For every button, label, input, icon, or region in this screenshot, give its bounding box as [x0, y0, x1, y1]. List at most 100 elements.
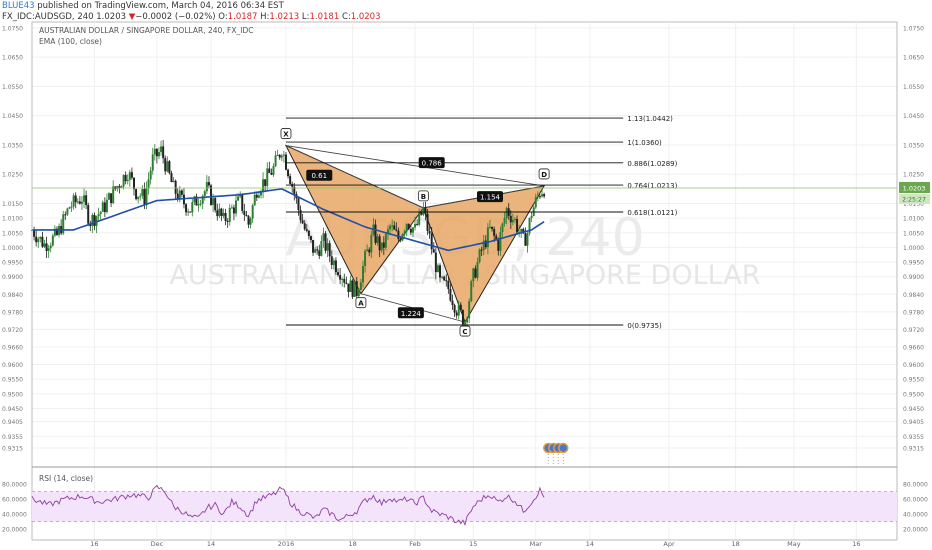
- candle-body: [103, 202, 106, 213]
- candle-body: [420, 212, 423, 215]
- candle-body: [216, 210, 219, 217]
- candle-body: [353, 281, 356, 297]
- candle-body: [491, 226, 494, 230]
- y-tick-label: 1.0750: [2, 25, 23, 32]
- candle-body: [153, 148, 156, 155]
- candle-body: [85, 195, 88, 206]
- candle-body: [316, 249, 319, 251]
- candle-body: [314, 249, 317, 253]
- candle-body: [403, 231, 406, 235]
- candle-body: [39, 236, 42, 239]
- candle-body: [157, 152, 160, 157]
- y-tick-label: 0.9355: [2, 434, 23, 441]
- candle-body: [278, 154, 281, 158]
- candle-body: [145, 188, 148, 205]
- candle-body: [207, 182, 210, 186]
- candle-body: [251, 205, 254, 219]
- candle-body: [378, 236, 381, 251]
- rsi-band: [32, 491, 897, 522]
- y-tick-label: 1.0000: [2, 245, 23, 252]
- candle-body: [530, 215, 533, 219]
- y-tick-label: 0.9450: [2, 406, 23, 413]
- fib-level-label: 0.618(1.0121): [627, 209, 677, 217]
- candle-body: [87, 205, 90, 224]
- candle-body: [241, 193, 244, 211]
- price-tag: 1.0203: [903, 184, 926, 192]
- candle-body: [101, 202, 104, 212]
- candle-body: [326, 243, 329, 251]
- candle-body: [407, 223, 410, 229]
- candle-body: [374, 224, 377, 243]
- candle-body: [414, 223, 417, 228]
- y-tick-label: 1.0750: [903, 25, 924, 32]
- candle-body: [499, 232, 502, 251]
- candle-body: [382, 242, 385, 248]
- candle-body: [47, 248, 50, 251]
- x-tick-label: Feb: [409, 540, 421, 548]
- candle-body: [33, 230, 36, 237]
- y-tick-label: 1.0050: [903, 230, 924, 237]
- y-tick-label: 1.0350: [903, 142, 924, 149]
- pattern-point-label: B: [421, 193, 426, 201]
- candle-body: [137, 196, 140, 200]
- candle-body: [434, 252, 437, 273]
- candle-body: [428, 230, 431, 234]
- candle-body: [266, 168, 269, 186]
- candle-body: [116, 186, 119, 189]
- candle-body: [118, 186, 121, 188]
- candle-body: [164, 158, 167, 172]
- candle-body: [426, 213, 429, 231]
- candle-body: [541, 194, 544, 197]
- rsi-tick-label: 60.0000: [903, 497, 928, 504]
- candle-body: [243, 210, 246, 215]
- x-tick-label: 14: [207, 540, 215, 548]
- candle-body: [318, 250, 321, 256]
- x-tick-label: Apr: [663, 540, 675, 548]
- candle-body: [149, 170, 152, 180]
- candle-body: [45, 243, 48, 251]
- y-tick-label: 0.9840: [2, 292, 23, 299]
- candle-body: [282, 154, 285, 156]
- candle-body: [212, 198, 215, 205]
- candle-body: [199, 203, 202, 205]
- rsi-tick-label: 40.0000: [2, 512, 27, 519]
- y-tick-label: 0.9660: [2, 344, 23, 351]
- candle-body: [108, 193, 111, 200]
- candle-body: [235, 200, 238, 214]
- y-tick-label: 0.9315: [2, 445, 23, 452]
- candle-body: [155, 148, 158, 157]
- chart-canvas[interactable]: AUDSGD, 240 AUSTRALIAN DOLLAR / SINGAPOR…: [0, 0, 932, 550]
- y-tick-label: 1.0250: [2, 172, 23, 179]
- candle-body: [301, 220, 304, 224]
- candle-body: [91, 214, 94, 227]
- candle-body: [110, 193, 113, 204]
- candle-body: [422, 206, 425, 215]
- candle-body: [133, 177, 136, 190]
- candle-body: [526, 233, 529, 246]
- candle-body: [393, 225, 396, 230]
- candle-body: [436, 265, 439, 273]
- candle-body: [328, 243, 331, 257]
- candle-body: [83, 195, 86, 202]
- candle-body: [364, 251, 367, 267]
- candle-body: [536, 196, 539, 198]
- candle-body: [68, 207, 71, 209]
- candle-body: [120, 186, 123, 188]
- candle-body: [457, 304, 460, 316]
- candle-body: [135, 189, 138, 200]
- candle-body: [139, 195, 142, 197]
- candle-body: [224, 212, 227, 222]
- ema-legend: EMA (100, close): [39, 37, 102, 46]
- fib-level-label: 1.13(1.0442): [627, 115, 673, 123]
- candle-body: [476, 262, 479, 278]
- candle-body: [303, 223, 306, 230]
- x-tick-label: Dec: [151, 540, 164, 548]
- candle-body: [255, 194, 258, 198]
- candle-body: [443, 276, 446, 281]
- x-tick-label: 15: [469, 540, 477, 548]
- candle-body: [245, 214, 248, 217]
- candle-body: [76, 201, 79, 203]
- y-tick-label: 0.9450: [903, 406, 924, 413]
- y-tick-label: 1.0450: [903, 113, 924, 120]
- pattern-point-label: C: [462, 328, 467, 336]
